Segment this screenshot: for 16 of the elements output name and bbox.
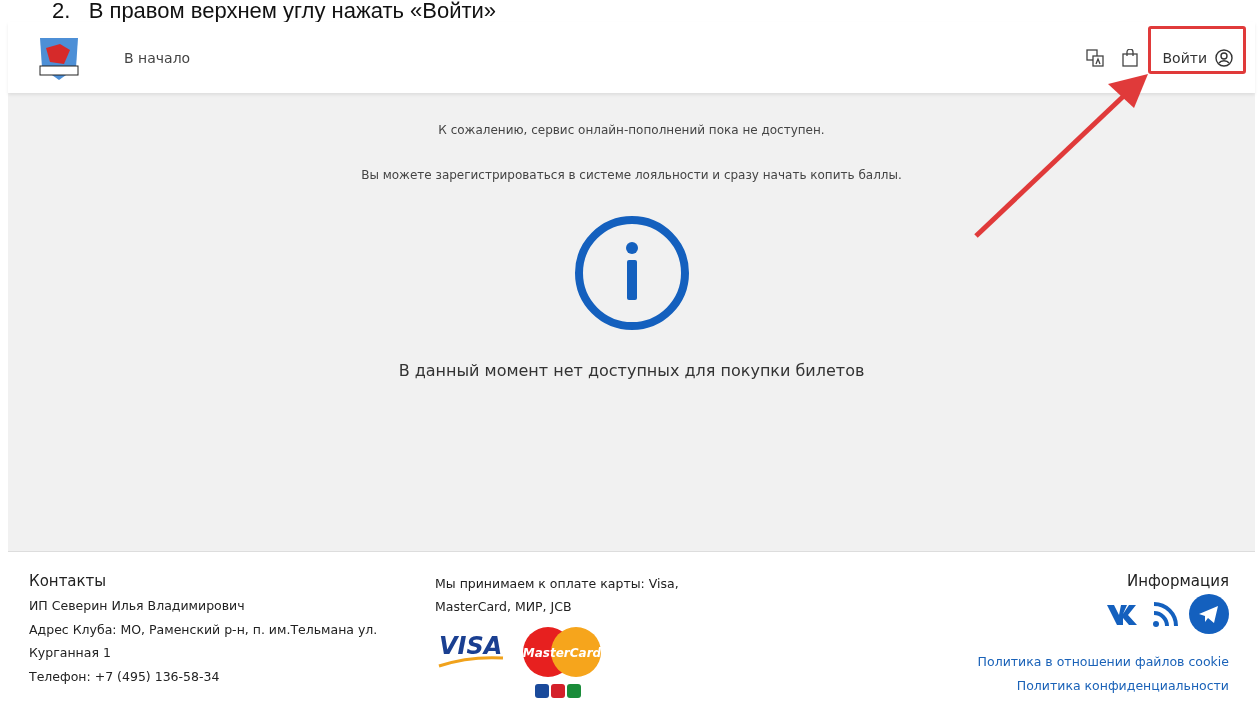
contact-line: Курганная 1 — [29, 644, 112, 662]
contact-line: Телефон: +7 (495) 136-58-34 — [29, 667, 221, 686]
contacts-title: Контакты — [29, 572, 108, 590]
instruction-caption: 2. В правом верхнем углу нажать «Войти» — [51, 0, 498, 22]
notice-text: К сожалению, сервис онлайн-пополнений пока не доступен. — [438, 123, 825, 137]
policy-link[interactable]: Политика в отношении файлов cookie — [977, 650, 1229, 674]
contact-line: Адрес Клуба: МО, Раменский р-н, п. им.Тельмана ул. — [29, 620, 379, 639]
policy-link[interactable]: Политика конфиденциальности — [1016, 674, 1229, 698]
info-title: Информация — [1126, 572, 1229, 590]
empty-message: В данный момент нет доступных для покупки билетов — [398, 361, 865, 380]
payment-text: Мы принимаем к оплате карты: Visa, MasterCard, МИР, JCB — [435, 575, 680, 616]
contact-line: ИП Северин Илья Владимирович — [29, 597, 246, 615]
home-link[interactable]: В начало — [124, 49, 191, 66]
login-button[interactable]: Войти — [1162, 44, 1233, 71]
visa-logo: VISA — [435, 626, 507, 670]
notice-text: Вы можете зарегистрироваться в системе лояльности и сразу начать копить баллы. — [361, 168, 902, 182]
